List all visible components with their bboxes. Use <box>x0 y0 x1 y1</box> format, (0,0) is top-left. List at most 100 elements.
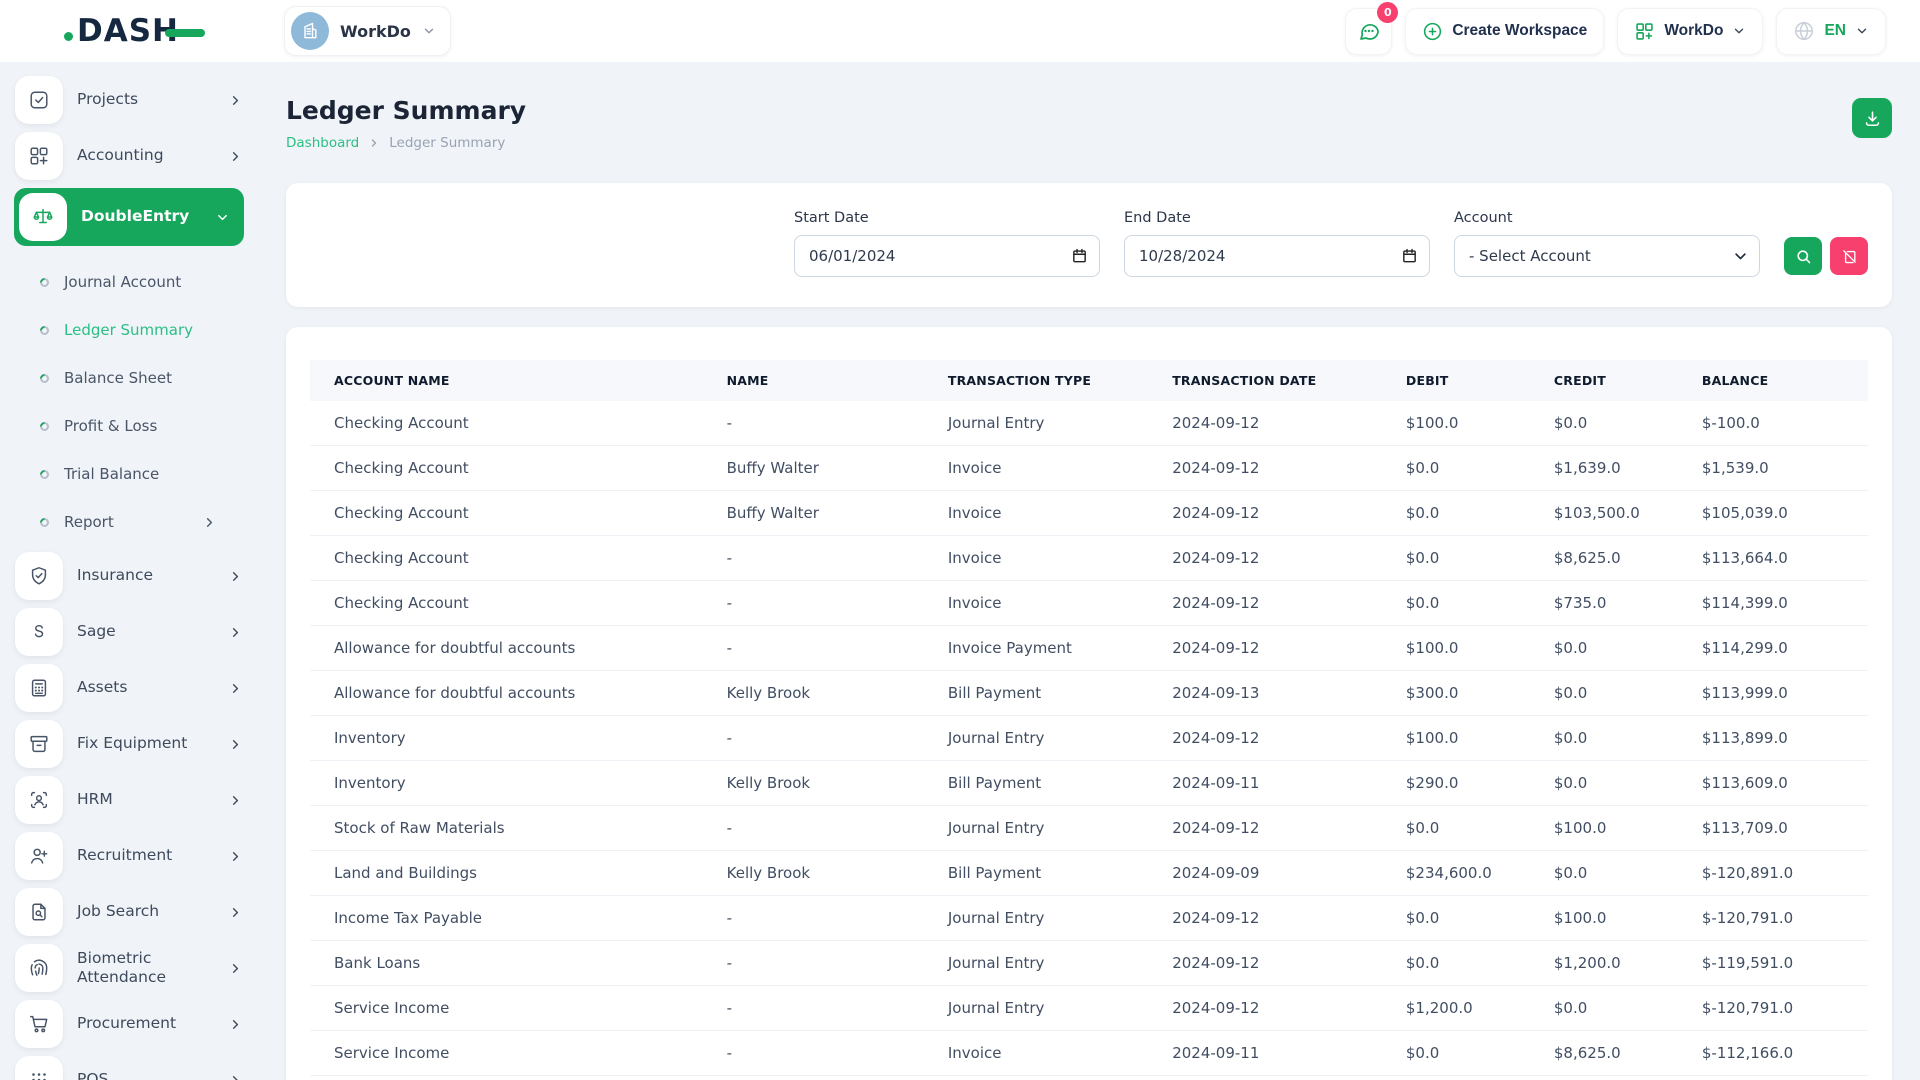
pos-icon <box>15 1056 63 1080</box>
table-cell: $-120,791.0 <box>1678 896 1868 941</box>
table-cell: Journal Entry <box>924 986 1148 1031</box>
table-row: InventoryKelly BrookBill Payment2024-09-… <box>310 761 1868 806</box>
sidebar-item-label: Recruitment <box>77 846 214 865</box>
sidebar-item-fix-equipment[interactable]: Fix Equipment <box>15 720 243 768</box>
table-row: Allowance for doubtful accountsKelly Bro… <box>310 671 1868 716</box>
column-header-name: NAME <box>703 360 924 401</box>
table-cell: Kelly Brook <box>703 761 924 806</box>
filter-panel: Start Date End Date Account - Select A <box>286 183 1892 307</box>
table-cell: $0.0 <box>1382 1031 1530 1076</box>
bullet-icon <box>38 372 51 385</box>
end-date-field: End Date <box>1124 210 1430 277</box>
create-workspace-button[interactable]: Create Workspace <box>1405 8 1604 55</box>
chat-icon <box>1357 19 1381 43</box>
sidebar-item-assets[interactable]: Assets <box>15 664 243 712</box>
sidebar-item-hrm[interactable]: HRM <box>15 776 243 824</box>
table-cell: $113,899.0 <box>1678 716 1868 761</box>
table-cell: Allowance for doubtful accounts <box>310 671 703 716</box>
sidebar-subitem-balance-sheet[interactable]: Balance Sheet <box>40 354 243 402</box>
sidebar-item-label: Sage <box>77 622 214 641</box>
sidebar-subitem-trial-balance[interactable]: Trial Balance <box>40 450 243 498</box>
language-selector[interactable]: EN <box>1776 8 1886 55</box>
table-cell: - <box>703 626 924 671</box>
table-cell: 2024-09-12 <box>1148 536 1382 581</box>
column-header-credit: CREDIT <box>1530 360 1678 401</box>
bullet-icon <box>38 324 51 337</box>
sidebar-subitem-ledger-summary[interactable]: Ledger Summary <box>40 306 243 354</box>
workdo-menu-button[interactable]: WorkDo <box>1617 8 1763 55</box>
table-cell: 2024-09-12 <box>1148 716 1382 761</box>
breadcrumb-dashboard-link[interactable]: Dashboard <box>286 135 359 151</box>
table-cell: 2024-09-12 <box>1148 401 1382 446</box>
page-title: Ledger Summary <box>286 96 526 125</box>
export-download-button[interactable] <box>1852 98 1892 138</box>
apply-filter-button[interactable] <box>1784 237 1822 275</box>
sidebar-item-label: HRM <box>77 790 214 809</box>
grid-plus-icon <box>1634 21 1655 42</box>
clear-filter-icon <box>1841 248 1858 265</box>
start-date-input[interactable] <box>794 235 1100 277</box>
chevron-right-icon <box>228 625 243 640</box>
sidebar-item-label: Projects <box>77 90 214 109</box>
table-cell: Checking Account <box>310 491 703 536</box>
table-cell: $8,625.0 <box>1530 1031 1678 1076</box>
table-row: Checking Account-Invoice2024-09-12$0.0$7… <box>310 581 1868 626</box>
messages-button[interactable]: 0 <box>1345 8 1392 55</box>
sidebar-subitem-report[interactable]: Report <box>40 498 243 546</box>
sidebar-item-biometric-attendance[interactable]: Biometric Attendance <box>15 944 243 992</box>
sidebar-item-insurance[interactable]: Insurance <box>15 552 243 600</box>
account-select[interactable]: - Select Account <box>1454 235 1760 277</box>
sidebar-subitem-label: Trial Balance <box>64 465 159 483</box>
sidebar-subitem-label: Balance Sheet <box>64 369 172 387</box>
messages-badge: 0 <box>1377 2 1398 23</box>
sidebar-item-pos[interactable]: POS <box>15 1056 243 1080</box>
sidebar-item-doubleentry[interactable]: DoubleEntry <box>14 188 244 246</box>
table-cell: Service Income <box>310 986 703 1031</box>
sidebar-subitem-journal-account[interactable]: Journal Account <box>40 258 243 306</box>
table-cell: $8,625.0 <box>1530 536 1678 581</box>
sidebar-item-accounting[interactable]: Accounting <box>15 132 243 180</box>
table-cell: $114,299.0 <box>1678 626 1868 671</box>
sidebar-item-sage[interactable]: Sage <box>15 608 243 656</box>
account-field: Account - Select Account <box>1454 210 1760 277</box>
globe-icon <box>1793 20 1815 42</box>
sidebar-item-recruitment[interactable]: Recruitment <box>15 832 243 880</box>
sidebar-nav: Projects Accounting DoubleEntry Journal Acc… <box>0 62 258 1080</box>
reset-filter-button[interactable] <box>1830 237 1868 275</box>
chevron-right-icon <box>228 961 243 976</box>
sidebar-item-job-search[interactable]: Job Search <box>15 888 243 936</box>
table-row: Land and BuildingsKelly BrookBill Paymen… <box>310 851 1868 896</box>
account-select-value: - Select Account <box>1469 247 1591 265</box>
end-date-input[interactable] <box>1124 235 1430 277</box>
table-cell: $0.0 <box>1382 446 1530 491</box>
table-cell: Checking Account <box>310 446 703 491</box>
table-row: Allowance for doubtful accounts-Invoice … <box>310 626 1868 671</box>
table-cell: Kelly Brook <box>703 851 924 896</box>
table-cell: Invoice <box>924 581 1148 626</box>
table-cell: $100.0 <box>1382 716 1530 761</box>
table-cell: $100.0 <box>1382 401 1530 446</box>
table-cell: Journal Entry <box>924 896 1148 941</box>
table-cell: $300.0 <box>1382 671 1530 716</box>
sidebar-subitem-label: Journal Account <box>64 273 181 291</box>
chevron-down-icon <box>1855 24 1869 38</box>
table-cell: Inventory <box>310 761 703 806</box>
table-cell: $0.0 <box>1530 671 1678 716</box>
table-cell: $-100.0 <box>1678 401 1868 446</box>
table-cell: Invoice <box>924 446 1148 491</box>
table-cell: 2024-09-11 <box>1148 1031 1382 1076</box>
accounting-icon <box>15 132 63 180</box>
table-cell: $113,709.0 <box>1678 806 1868 851</box>
chevron-right-icon <box>228 569 243 584</box>
table-cell: - <box>703 941 924 986</box>
sidebar-item-projects[interactable]: Projects <box>15 76 243 124</box>
table-cell: $0.0 <box>1382 896 1530 941</box>
ledger-table-card: ACCOUNT NAMENAMETRANSACTION TYPETRANSACT… <box>286 327 1892 1080</box>
sidebar-subitem-profit-loss[interactable]: Profit & Loss <box>40 402 243 450</box>
workspace-switcher[interactable]: WorkDo <box>284 6 451 56</box>
top-header: DASH WorkDo 0 Create Workspace <box>0 0 1920 62</box>
sage-icon <box>15 608 63 656</box>
sidebar-item-procurement[interactable]: Procurement <box>15 1000 243 1048</box>
table-cell: 2024-09-12 <box>1148 896 1382 941</box>
table-cell: 2024-09-12 <box>1148 626 1382 671</box>
